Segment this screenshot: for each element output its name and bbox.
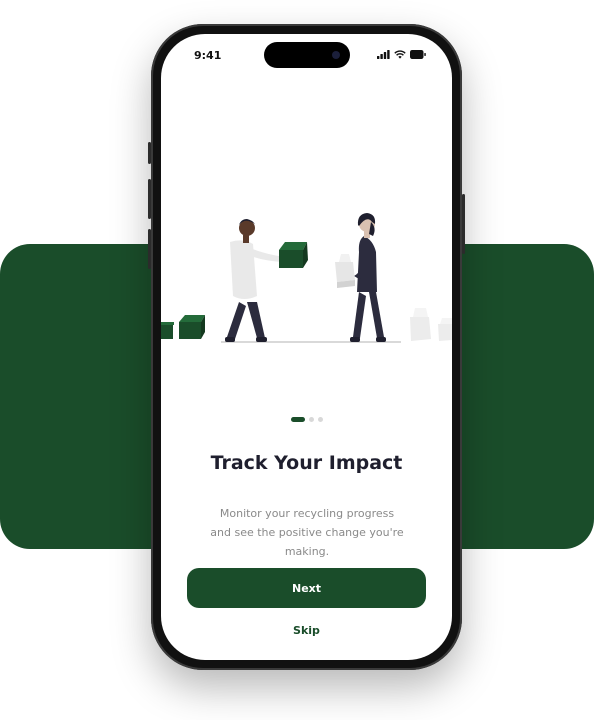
onboarding-description: Monitor your recycling progress and see … — [210, 507, 404, 558]
dynamic-island — [264, 42, 350, 68]
power-button — [462, 194, 465, 254]
signal-icon — [377, 50, 390, 59]
recycling-box-held — [279, 242, 308, 268]
skip-link[interactable]: Skip — [161, 624, 452, 637]
recycling-bins-left — [161, 315, 205, 339]
page-dot-1[interactable] — [290, 417, 305, 422]
woman-figure — [350, 213, 386, 342]
next-button[interactable]: Next — [187, 568, 426, 608]
onboarding-title: Track Your Impact — [210, 452, 403, 474]
pagination-dots — [161, 417, 452, 422]
volume-down-button — [148, 229, 151, 269]
man-figure — [225, 219, 285, 342]
battery-icon — [410, 50, 426, 59]
onboarding-illustration — [161, 213, 452, 343]
paper-bags-right — [410, 308, 452, 341]
page-dot-3[interactable] — [317, 417, 323, 422]
phone-screen: 9:41 Track Your Impact Monitor your recy… — [161, 34, 452, 660]
mute-switch — [148, 142, 151, 164]
volume-up-button — [148, 179, 151, 219]
wifi-icon — [394, 50, 406, 59]
paper-bag-held — [335, 254, 355, 288]
status-time: 9:41 — [194, 49, 222, 62]
phone-frame: 9:41 Track Your Impact Monitor your recy… — [148, 24, 465, 670]
status-icons — [377, 50, 426, 59]
page-dot-2[interactable] — [308, 417, 314, 422]
